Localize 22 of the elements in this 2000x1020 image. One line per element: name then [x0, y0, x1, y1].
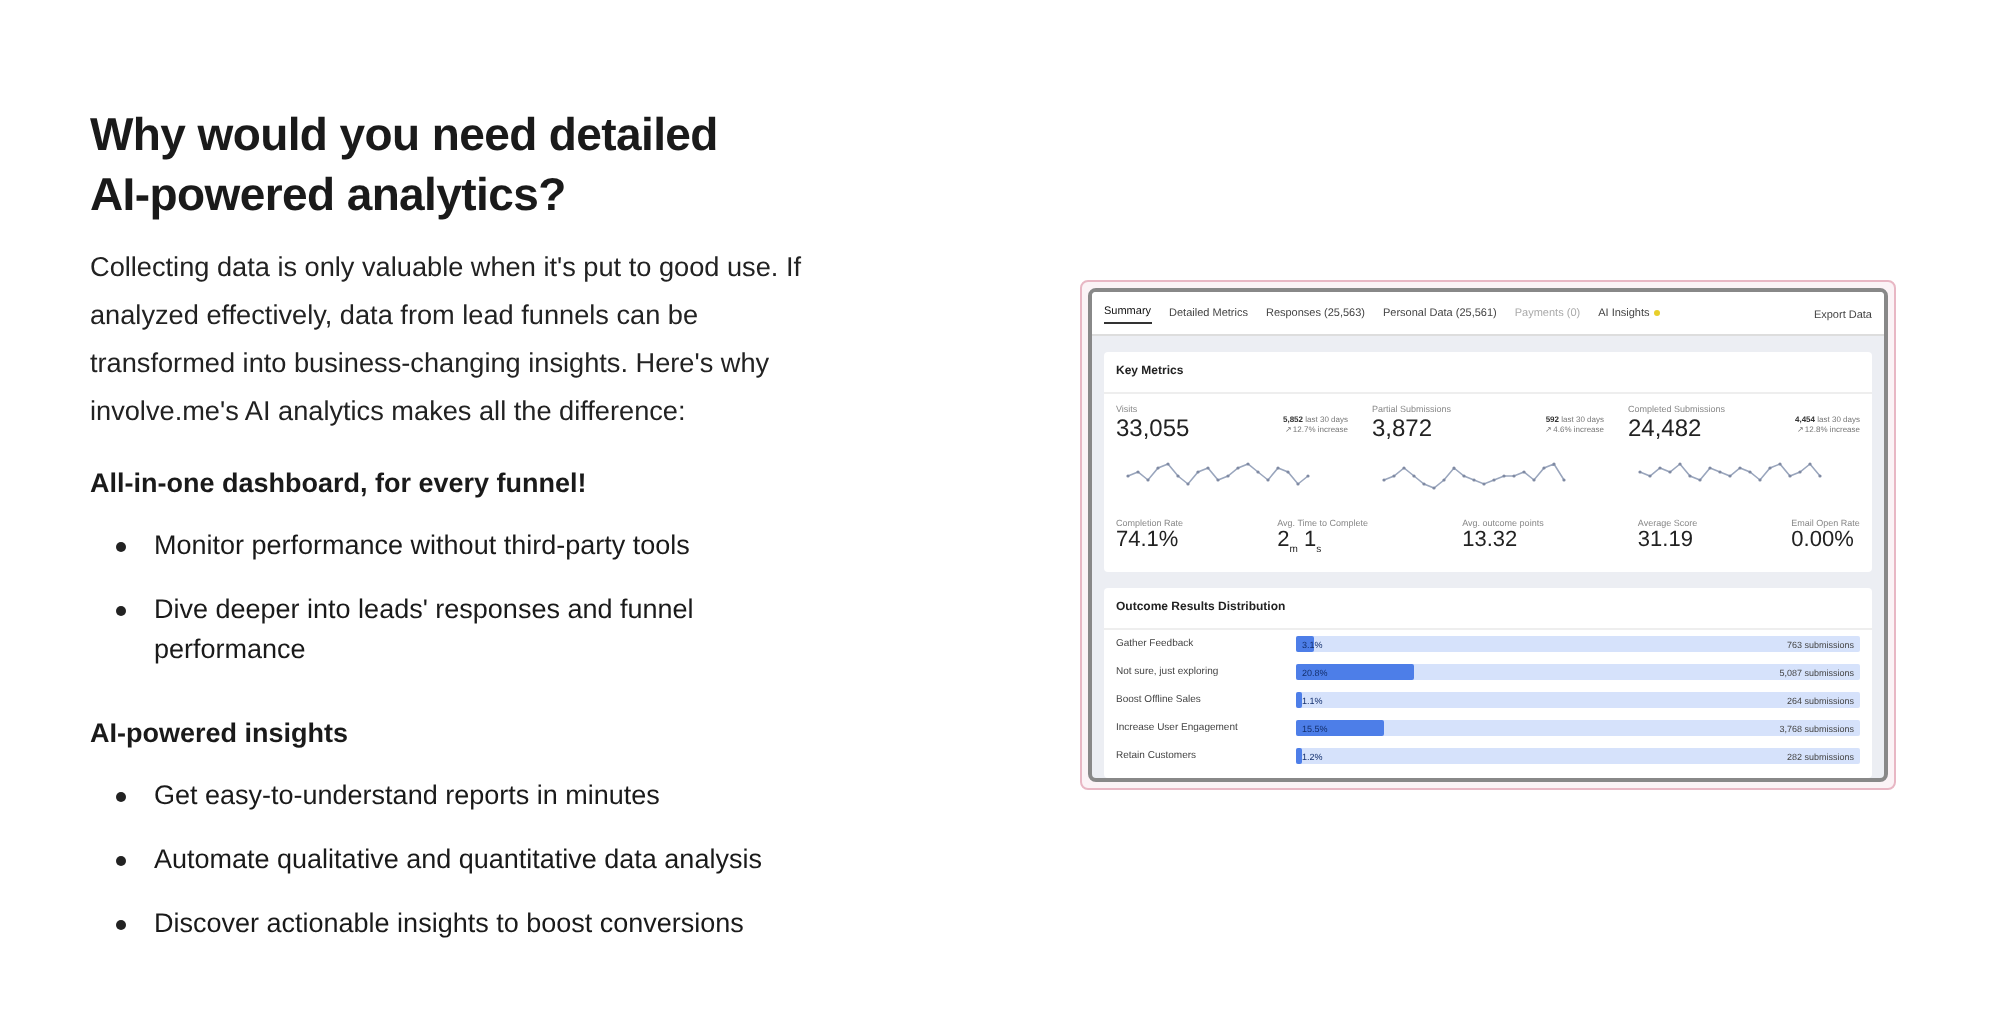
metric-value: 74.1%	[1116, 528, 1181, 552]
bullet-icon	[116, 920, 126, 930]
metric-value: 13.32	[1462, 528, 1520, 552]
bullet-text: Discover actionable insights to boost conversions	[154, 906, 744, 942]
metric-value: 2$_{m}$ 1$_{s}$	[1277, 528, 1324, 557]
metric-value: 33,055	[1116, 414, 1190, 442]
metric-value: 0.00%	[1791, 528, 1856, 552]
bullet-icon	[116, 856, 126, 866]
bullet-icon	[116, 542, 126, 552]
section-title: All-in-one dashboard, for every funnel!	[90, 468, 589, 498]
metric-value: 31.19	[1637, 528, 1695, 552]
heading: Why would you need detailed AI-powered analytics?	[90, 106, 720, 224]
section-title: AI-powered insights	[90, 718, 351, 748]
metric-value: 3,872	[1372, 414, 1433, 442]
bullet-text: Monitor performance without third-party tools	[154, 528, 690, 564]
bullet-icon	[116, 606, 126, 616]
metric-value: 24,482	[1628, 414, 1702, 442]
bullet-text: Get easy-to-understand reports in minutes	[154, 778, 660, 814]
intro-paragraph: Collecting data is only valuable when it's put to good use. If analyzed effectively, data from lead funnels can be transformed into business-changing insights. Here's why involve.me's AI analytics makes all the difference:	[90, 250, 803, 430]
bullet-text: Automate qualitative and quantitative data analysis	[154, 842, 762, 878]
bullet-text: Dive deeper into leads' responses and funnel performance	[154, 592, 696, 668]
bullet-icon	[116, 792, 126, 802]
